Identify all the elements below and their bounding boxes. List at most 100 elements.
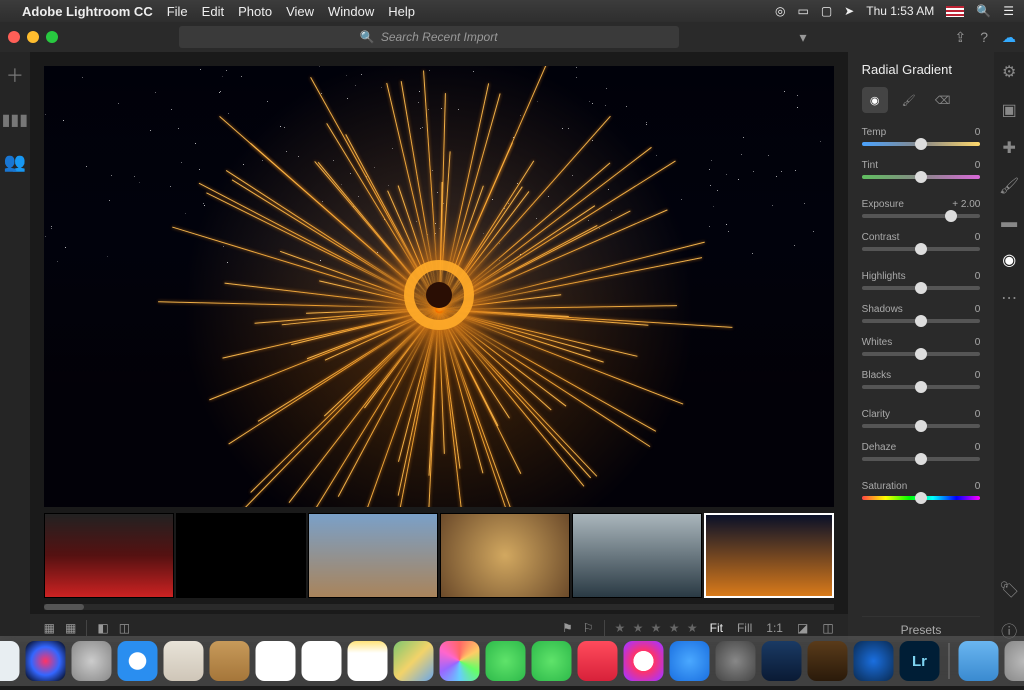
slider-whites[interactable]: Whites 0 <box>862 337 981 356</box>
radial-tool-icon[interactable]: ◉ <box>862 87 888 113</box>
filter-icon[interactable]: ▾ <box>799 29 806 46</box>
slider-clarity[interactable]: Clarity0 <box>862 409 981 428</box>
slider-value: 0 <box>975 337 981 348</box>
battery-icon[interactable]: ▭ <box>797 4 808 18</box>
menu-photo[interactable]: Photo <box>238 4 272 19</box>
tool-rail: ⚙ ▣ ✚ 🖌 ▬ ◉ ⋯ 🏷 ⓘ <box>994 52 1024 642</box>
crop-icon[interactable]: ▣ <box>1002 100 1017 120</box>
grid-large-icon[interactable]: ▦ <box>65 621 76 635</box>
clock[interactable]: Thu 1:53 AM <box>866 4 934 18</box>
slider-dehaze[interactable]: Dehaze0 <box>862 442 981 461</box>
slider-label: Highlights <box>862 271 906 282</box>
thumb-1[interactable] <box>44 513 174 598</box>
search-input[interactable]: 🔍 Search Recent Import <box>179 26 679 48</box>
zoom-1-1[interactable]: 1:1 <box>766 621 783 635</box>
filmstrip[interactable] <box>44 513 834 598</box>
square-icon[interactable]: ◫ <box>119 621 130 635</box>
launchpad-icon[interactable] <box>72 641 112 681</box>
radial-gradient-icon[interactable]: ◉ <box>1002 250 1016 270</box>
slider-value: 0 <box>975 409 981 420</box>
grid-small-icon[interactable]: ▦ <box>44 621 55 635</box>
zoom-button[interactable] <box>46 31 58 43</box>
news-icon[interactable] <box>578 641 618 681</box>
slider-highlights[interactable]: Highlights 0 <box>862 271 981 290</box>
histogram-icon[interactable]: ◪ <box>797 621 808 635</box>
location-icon[interactable]: ➤ <box>844 4 854 18</box>
zoom-fill[interactable]: Fill <box>737 621 752 635</box>
contacts-icon[interactable] <box>210 641 250 681</box>
help-icon[interactable]: ? <box>980 29 988 45</box>
zoom-fit[interactable]: Fit <box>710 621 723 635</box>
siri-icon[interactable] <box>26 641 66 681</box>
star-rating[interactable]: ★ ★ ★ ★ ★ <box>615 621 700 635</box>
mail-icon[interactable] <box>164 641 204 681</box>
center-column: ▦ ▦ ◧ ◫ ⚑ ⚐ ★ ★ ★ ★ ★ Fit Fill 1:1 ◪ ◫ <box>30 52 848 642</box>
detail-icon[interactable]: ◧ <box>97 621 108 635</box>
safari-icon[interactable] <box>118 641 158 681</box>
erase-tool-icon[interactable]: ⌫ <box>930 87 956 113</box>
cloud-sync-icon[interactable]: ☁ <box>1002 29 1016 46</box>
filmstrip-scrollbar[interactable] <box>44 604 834 610</box>
slider-shadows[interactable]: Shadows0 <box>862 304 981 323</box>
imovie-icon[interactable] <box>808 641 848 681</box>
photo-canvas[interactable] <box>44 66 834 507</box>
notes-icon[interactable] <box>348 641 388 681</box>
1password-icon[interactable] <box>854 641 894 681</box>
facetime-icon[interactable] <box>532 641 572 681</box>
more-icon[interactable]: ⋯ <box>1001 288 1017 308</box>
thumb-4[interactable] <box>440 513 570 598</box>
thumb-6[interactable] <box>704 513 834 598</box>
thumb-5[interactable] <box>572 513 702 598</box>
photos-icon[interactable] <box>440 641 480 681</box>
creative-cloud-icon[interactable]: ◎ <box>775 4 785 18</box>
slider-saturation[interactable]: Saturation0 <box>862 481 981 500</box>
slider-contrast[interactable]: Contrast0 <box>862 232 981 251</box>
thumb-2[interactable] <box>176 513 306 598</box>
menu-file[interactable]: File <box>167 4 188 19</box>
thumb-3[interactable] <box>308 513 438 598</box>
menu-help[interactable]: Help <box>388 4 415 19</box>
linear-gradient-icon[interactable]: ▬ <box>1001 214 1017 232</box>
share-icon[interactable]: ⇪ <box>954 29 966 46</box>
healing-brush-icon[interactable]: ✚ <box>1002 138 1015 158</box>
close-button[interactable] <box>8 31 20 43</box>
lightroom-icon[interactable]: Lr <box>900 641 940 681</box>
appstore-icon[interactable] <box>670 641 710 681</box>
flag-reject-icon[interactable]: ⚐ <box>583 621 594 635</box>
calendar-icon[interactable] <box>256 641 296 681</box>
settings-icon[interactable] <box>716 641 756 681</box>
folder-icon[interactable] <box>959 641 999 681</box>
slider-exposure[interactable]: Exposure+ 2.00 <box>862 199 981 218</box>
slider-value: 0 <box>975 271 981 282</box>
slider-label: Exposure <box>862 199 904 210</box>
menu-view[interactable]: View <box>286 4 314 19</box>
control-center-icon[interactable]: ☰ <box>1003 4 1014 18</box>
brush-icon[interactable]: 🖌 <box>999 176 1019 196</box>
reminders-icon[interactable] <box>302 641 342 681</box>
add-icon[interactable]: ＋ <box>6 62 24 88</box>
trash-icon[interactable] <box>1005 641 1024 681</box>
slider-temp[interactable]: Temp0 <box>862 127 981 146</box>
finder-icon[interactable] <box>0 641 20 681</box>
magnet-icon[interactable] <box>762 641 802 681</box>
menu-window[interactable]: Window <box>328 4 374 19</box>
slider-tint[interactable]: Tint0 <box>862 160 981 179</box>
brush-tool-icon[interactable]: 🖌 <box>896 87 922 113</box>
spotlight-icon[interactable]: 🔍 <box>976 4 991 18</box>
itunes-icon[interactable] <box>624 641 664 681</box>
edit-sliders-icon[interactable]: ⚙ <box>1002 62 1016 82</box>
us-flag-icon[interactable] <box>946 6 964 17</box>
menu-edit[interactable]: Edit <box>202 4 224 19</box>
people-icon[interactable]: 👥 <box>4 152 26 173</box>
tag-icon[interactable]: 🏷 <box>999 580 1019 600</box>
slider-label: Whites <box>862 337 893 348</box>
app-name[interactable]: Adobe Lightroom CC <box>22 4 153 19</box>
maps-icon[interactable] <box>394 641 434 681</box>
messages-icon[interactable] <box>486 641 526 681</box>
airplay-icon[interactable]: ▢ <box>821 4 832 18</box>
minimize-button[interactable] <box>27 31 39 43</box>
flag-pick-icon[interactable]: ⚑ <box>562 621 573 635</box>
compare-icon[interactable]: ◫ <box>822 621 833 635</box>
slider-blacks[interactable]: Blacks0 <box>862 370 981 389</box>
library-icon[interactable]: ▮▮▮ <box>2 110 28 130</box>
